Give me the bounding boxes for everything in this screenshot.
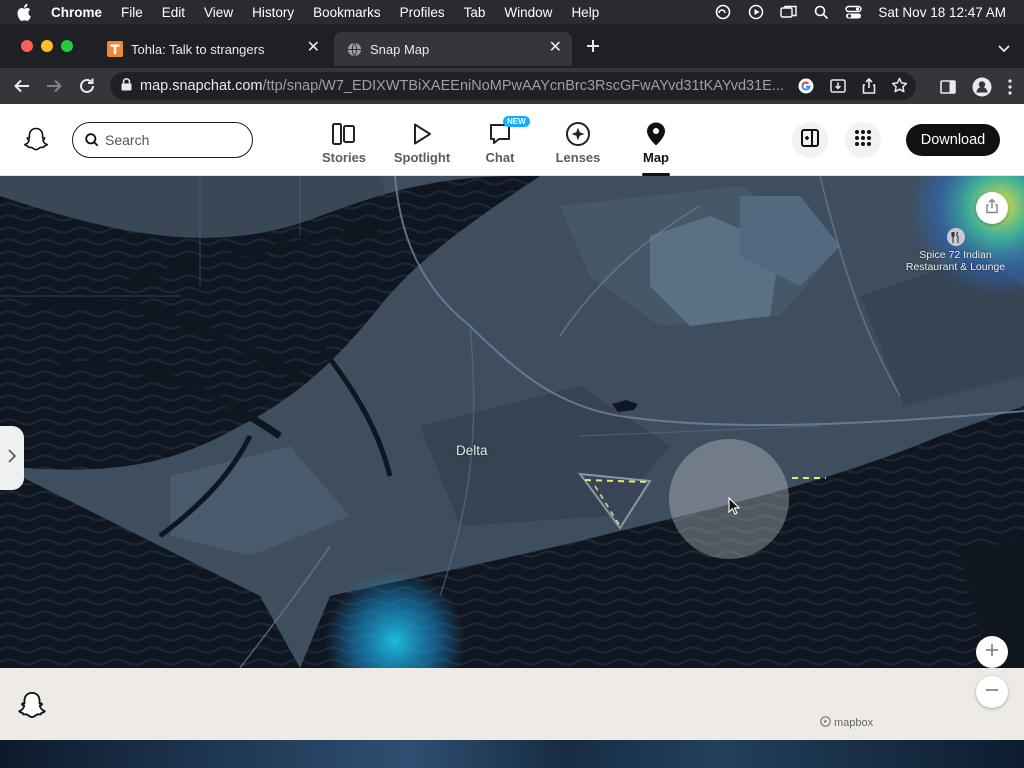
apple-logo-icon[interactable] [17, 3, 35, 21]
url-domain: map.snapchat.com [140, 78, 263, 94]
tohla-t-icon [107, 41, 123, 57]
apps-grid-button[interactable] [845, 122, 881, 158]
share-page-icon[interactable] [861, 77, 877, 99]
share-map-button[interactable] [976, 192, 1008, 224]
reload-icon[interactable] [78, 77, 96, 100]
address-bar[interactable]: map.snapchat.com/ttp/snap/W7_EDIXWTBiXAE… [110, 72, 916, 100]
mapbox-logo-icon [820, 716, 831, 730]
menubar-view[interactable]: View [204, 5, 233, 20]
menubar-clock[interactable]: Sat Nov 18 12:47 AM [878, 5, 1006, 20]
download-button[interactable]: Download [906, 124, 1000, 156]
menubar-bookmarks[interactable]: Bookmarks [313, 5, 381, 20]
menubar-help[interactable]: Help [571, 5, 599, 20]
url-path: /ttp/snap/W7_EDIXWTBiXAEEniNoMPwAAYcnBrc… [262, 78, 783, 94]
map-poi-marker[interactable]: Spice 72 Indian Restaurant & Lounge [903, 228, 1008, 273]
poi-name: Spice 72 Indian Restaurant & Lounge [905, 249, 1006, 273]
expand-sidebar-button[interactable] [0, 426, 24, 490]
stories-icon [331, 118, 357, 150]
nav-label: Map [643, 150, 669, 165]
bookmark-star-icon[interactable] [891, 77, 908, 99]
restaurant-fork-knife-icon [946, 228, 965, 246]
map-pin-icon [645, 118, 667, 150]
menubar-tab[interactable]: Tab [464, 5, 486, 20]
new-badge: NEW [503, 116, 530, 127]
window-switch-icon[interactable] [780, 4, 798, 20]
close-tab-icon[interactable]: ✕ [549, 40, 562, 56]
nav-label: Chat [485, 150, 515, 165]
zoom-window-button[interactable] [61, 40, 73, 52]
minimize-window-button[interactable] [41, 40, 53, 52]
close-window-button[interactable] [21, 40, 33, 52]
apps-grid-icon [854, 129, 872, 152]
play-circle-icon[interactable] [748, 4, 764, 20]
macos-menubar: Chrome File Edit View History Bookmarks … [0, 0, 1024, 24]
menubar-history[interactable]: History [252, 5, 294, 20]
nav-spotlight[interactable]: Spotlight [387, 118, 457, 165]
snapchat-header: Search Stories Spotlight NEW Chat Lenses… [0, 104, 1024, 176]
side-panel-add-icon [800, 128, 820, 153]
browser-toolbar: map.snapchat.com/ttp/snap/W7_EDIXWTBiXAE… [0, 68, 1024, 104]
lock-icon[interactable] [121, 77, 132, 95]
tab-snap-map[interactable]: Snap Map ✕ [334, 32, 572, 66]
creative-cloud-icon[interactable] [714, 4, 732, 20]
nav-label: Lenses [555, 150, 601, 165]
zoom-in-button[interactable] [976, 636, 1008, 668]
embed-panel-button[interactable] [792, 122, 828, 158]
profile-avatar-icon[interactable] [972, 77, 992, 102]
menubar-window[interactable]: Window [504, 5, 552, 20]
nav-map[interactable]: Map [621, 118, 691, 176]
spotlight-search-icon[interactable] [814, 5, 829, 20]
control-center-icon[interactable] [845, 5, 863, 20]
zoom-out-button[interactable] [976, 676, 1008, 708]
mouse-cursor-icon [728, 496, 741, 520]
tab-title: Tohla: Talk to strangers [131, 41, 265, 57]
new-tab-plus-icon[interactable] [585, 38, 603, 56]
snapchat-ghost-logo-icon[interactable] [22, 126, 50, 159]
mapbox-attribution[interactable]: mapbox [820, 716, 873, 730]
mapbox-text: mapbox [834, 717, 874, 729]
forward-arrow-icon[interactable] [45, 77, 63, 100]
spotlight-play-icon [410, 118, 434, 150]
snap-map-canvas[interactable]: Delta Spice 72 Indian Restaurant & Loung… [0, 176, 1024, 668]
side-panel-icon[interactable] [940, 79, 956, 100]
install-app-icon[interactable] [829, 77, 847, 99]
menubar-edit[interactable]: Edit [162, 5, 185, 20]
desktop-wallpaper-strip [0, 740, 1024, 768]
tab-title: Snap Map [370, 41, 430, 57]
browser-tabstrip: Tohla: Talk to strangers ✕ Snap Map ✕ [0, 24, 1024, 68]
menubar-file[interactable]: File [121, 5, 143, 20]
nav-label: Spotlight [393, 150, 451, 165]
chevron-right-icon [8, 448, 17, 468]
back-arrow-icon[interactable] [13, 77, 31, 100]
plus-icon [984, 642, 1000, 663]
map-tiles [0, 176, 1024, 668]
chrome-menu-kebab-icon[interactable] [1008, 79, 1012, 100]
close-tab-icon[interactable]: ✕ [307, 40, 320, 56]
nav-label: Stories [321, 150, 367, 165]
menubar-app-name[interactable]: Chrome [51, 5, 102, 20]
tab-tohla[interactable]: Tohla: Talk to strangers ✕ [95, 32, 330, 66]
lenses-sparkle-icon [565, 118, 591, 150]
map-place-label[interactable]: Delta [456, 443, 488, 458]
menubar-profiles[interactable]: Profiles [400, 5, 445, 20]
search-input[interactable]: Search [72, 122, 253, 158]
search-placeholder: Search [105, 132, 150, 148]
globe-icon [346, 41, 362, 57]
minus-icon [984, 682, 1000, 703]
nav-stories[interactable]: Stories [309, 118, 379, 165]
google-lens-icon[interactable] [797, 77, 815, 99]
search-icon [85, 133, 99, 147]
share-upload-icon [985, 197, 999, 219]
snapchat-ghost-icon[interactable] [16, 690, 48, 727]
nav-lenses[interactable]: Lenses [543, 118, 613, 165]
tab-search-chevron-icon[interactable] [998, 40, 1010, 58]
nav-chat[interactable]: NEW Chat [465, 116, 535, 165]
bottom-panel: mapbox [0, 668, 1024, 740]
